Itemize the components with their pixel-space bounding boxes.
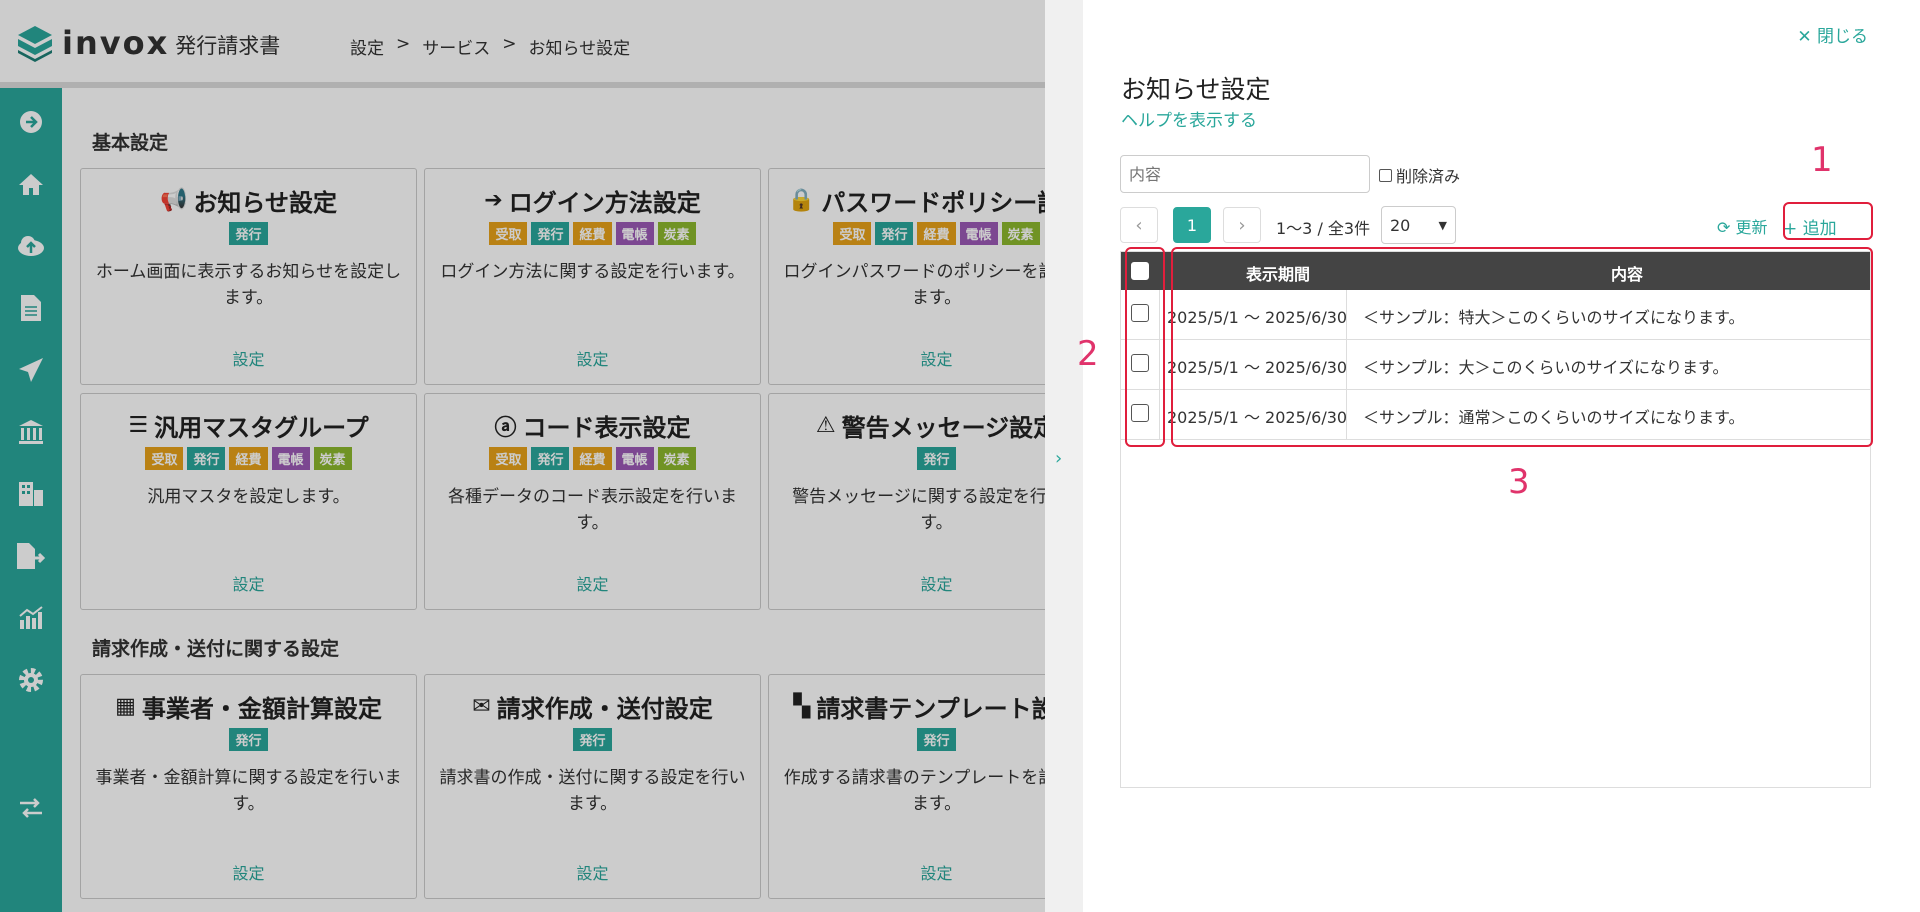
annotation-number-1: 1: [1811, 140, 1833, 180]
annotation-box-add: [1783, 202, 1873, 240]
deleted-filter[interactable]: 削除済み: [1379, 163, 1460, 187]
panel-title: お知らせ設定: [1121, 75, 1271, 104]
pagination-info: 1〜3 / 全3件: [1276, 219, 1371, 238]
modal-overlay[interactable]: [0, 0, 1045, 912]
refresh-button[interactable]: ⟳ 更新: [1717, 214, 1768, 238]
chevron-right-icon[interactable]: ›: [1055, 448, 1062, 469]
page-size-select[interactable]: 20 ▼: [1381, 206, 1456, 244]
annotation-box-checkboxes: [1125, 247, 1165, 447]
search-input[interactable]: [1120, 155, 1370, 193]
deleted-label: 削除済み: [1396, 167, 1461, 186]
help-link[interactable]: ヘルプを表示する: [1121, 106, 1257, 131]
annotation-number-2: 2: [1077, 334, 1099, 374]
panel-gutter: [1045, 0, 1083, 912]
caret-down-icon: ▼: [1438, 219, 1447, 232]
deleted-checkbox[interactable]: [1379, 168, 1392, 182]
side-panel: ✕ 閉じる お知らせ設定 ヘルプを表示する 削除済み ‹ 1 › 1〜3 / 全…: [1077, 0, 1920, 912]
current-page-button[interactable]: 1: [1173, 207, 1211, 243]
close-button[interactable]: ✕ 閉じる: [1797, 22, 1868, 47]
background-page: invox 発行請求書 設定 > サービス > お知らせ設定 基本設定 請求作成…: [0, 0, 1045, 912]
page-size-value: 20: [1390, 216, 1411, 235]
prev-page-button[interactable]: ‹: [1120, 207, 1158, 243]
next-page-button[interactable]: ›: [1223, 207, 1261, 243]
annotation-number-3: 3: [1508, 462, 1530, 502]
annotation-box-rows: [1171, 247, 1873, 447]
